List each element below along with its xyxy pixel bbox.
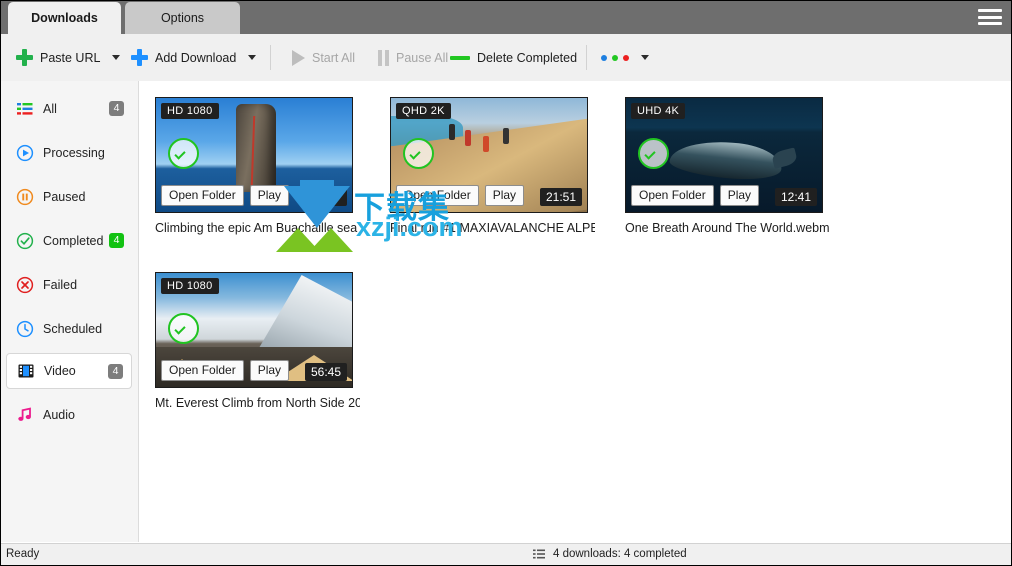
error-circle-icon <box>16 276 34 294</box>
sidebar-item-completed[interactable]: Completed 4 <box>6 223 132 259</box>
quality-badge: HD 1080 <box>161 278 219 294</box>
pause-circle-icon <box>16 188 34 206</box>
pause-all-label: Pause All <box>396 50 449 65</box>
sidebar-label-processing: Processing <box>43 146 105 160</box>
sidebar-badge-video: 4 <box>108 364 123 379</box>
play-button[interactable]: Play <box>249 360 290 381</box>
play-button[interactable]: Play <box>249 185 290 206</box>
completed-check-icon <box>168 138 199 169</box>
sidebar-item-paused[interactable]: Paused <box>6 179 132 215</box>
chevron-down-icon-3[interactable] <box>641 55 649 60</box>
thumbnail[interactable]: QHD 2K Open Folder Play 21:51 <box>390 97 588 213</box>
pause-icon <box>378 49 389 66</box>
tab-bar: Downloads Options <box>0 0 1012 34</box>
film-icon <box>18 364 34 378</box>
download-card[interactable]: UHD 4K Open Folder Play 12:41 One Breath… <box>625 97 830 235</box>
sidebar-label-scheduled: Scheduled <box>43 322 103 336</box>
open-folder-button[interactable]: Open Folder <box>161 185 244 206</box>
sidebar-item-failed[interactable]: Failed <box>6 267 132 303</box>
status-bar: Ready 4 downloads: 4 completed <box>0 543 1012 566</box>
add-download-label: Add Download <box>155 50 237 65</box>
toolbar: Paste URL Add Download Start All Pause A… <box>0 34 1012 82</box>
chevron-down-icon[interactable] <box>112 55 121 60</box>
completed-check-icon <box>638 138 669 169</box>
status-count-text: 4 downloads: 4 completed <box>553 548 687 560</box>
more-options-button[interactable] <box>601 34 649 81</box>
play-circle-icon <box>16 144 34 162</box>
thumbnail[interactable]: HD 1080 Open Folder Play 10:27 <box>155 97 353 213</box>
toolbar-divider-2 <box>586 45 587 70</box>
toolbar-divider-1 <box>270 45 271 70</box>
download-card[interactable]: HD 1080 Open Folder Play 10:27 Climbing … <box>155 97 360 235</box>
play-button[interactable]: Play <box>719 185 760 206</box>
list-small-icon <box>533 549 545 559</box>
file-name: Final run #1 MAXIAVALANCHE ALPE ... <box>390 221 595 235</box>
duration-badge: 56:45 <box>304 363 347 381</box>
play-icon <box>292 49 305 66</box>
file-name: Climbing the epic Am Buachaille sea st..… <box>155 221 360 235</box>
duration-badge: 21:51 <box>539 188 582 206</box>
quality-badge: UHD 4K <box>631 103 686 119</box>
sidebar-item-processing[interactable]: Processing <box>6 135 132 171</box>
paste-url-button[interactable]: Paste URL <box>16 34 121 81</box>
clock-icon <box>16 320 34 338</box>
sidebar-label-all: All <box>43 102 57 116</box>
plus-green-icon <box>16 49 33 66</box>
delete-completed-label: Delete Completed <box>477 50 578 65</box>
hamburger-icon[interactable] <box>976 6 1004 28</box>
sidebar-label-video: Video <box>44 364 76 378</box>
status-ready-text: Ready <box>6 548 40 560</box>
application-window: Downloads Options Paste URL Add Download… <box>0 0 1012 566</box>
completed-check-icon <box>168 313 199 344</box>
three-dots-icon <box>601 54 629 61</box>
chevron-down-icon-2[interactable] <box>248 55 257 60</box>
plus-blue-icon <box>131 49 148 66</box>
sidebar-label-audio: Audio <box>43 408 75 422</box>
sidebar-item-video[interactable]: Video 4 <box>6 353 132 389</box>
open-folder-button[interactable]: Open Folder <box>161 360 244 381</box>
download-card[interactable]: QHD 2K Open Folder Play 21:51 Final run … <box>390 97 595 235</box>
sidebar-badge-completed: 4 <box>109 233 124 248</box>
duration-badge: 10:27 <box>304 188 347 206</box>
tab-downloads[interactable]: Downloads <box>8 2 121 34</box>
list-icon <box>17 103 33 115</box>
sidebar-badge-all: 4 <box>109 101 124 116</box>
add-download-button[interactable]: Add Download <box>131 34 257 81</box>
music-note-icon <box>18 407 31 421</box>
download-card[interactable]: HD 1080 Open Folder Play 56:45 Mt. Evere… <box>155 272 360 410</box>
open-folder-button[interactable]: Open Folder <box>396 185 479 206</box>
start-all-label: Start All <box>312 50 356 65</box>
play-button[interactable]: Play <box>484 185 525 206</box>
paste-url-label: Paste URL <box>40 50 101 65</box>
thumbnail[interactable]: HD 1080 Open Folder Play 56:45 <box>155 272 353 388</box>
sidebar-label-failed: Failed <box>43 278 78 292</box>
completed-check-icon <box>403 138 434 169</box>
downloads-grid: HD 1080 Open Folder Play 10:27 Climbing … <box>139 81 1012 542</box>
file-name: Mt. Everest Climb from North Side 20... <box>155 396 360 410</box>
sidebar-label-completed: Completed <box>43 234 104 248</box>
quality-badge: QHD 2K <box>396 103 451 119</box>
check-circle-icon <box>16 232 34 250</box>
minus-green-icon <box>450 55 470 60</box>
file-name: One Breath Around The World.webm <box>625 221 830 235</box>
quality-badge: HD 1080 <box>161 103 219 119</box>
open-folder-button[interactable]: Open Folder <box>631 185 714 206</box>
sidebar: All 4 Processing Paused Completed 4 Fail… <box>0 81 139 542</box>
duration-badge: 12:41 <box>774 188 817 206</box>
start-all-button[interactable]: Start All <box>292 34 355 81</box>
tab-options[interactable]: Options <box>125 2 240 34</box>
sidebar-label-paused: Paused <box>43 190 86 204</box>
pause-all-button[interactable]: Pause All <box>378 34 448 81</box>
thumbnail[interactable]: UHD 4K Open Folder Play 12:41 <box>625 97 823 213</box>
sidebar-item-scheduled[interactable]: Scheduled <box>6 311 132 347</box>
delete-completed-button[interactable]: Delete Completed <box>450 34 577 81</box>
sidebar-item-audio[interactable]: Audio <box>6 397 132 433</box>
sidebar-item-all[interactable]: All 4 <box>6 91 132 127</box>
